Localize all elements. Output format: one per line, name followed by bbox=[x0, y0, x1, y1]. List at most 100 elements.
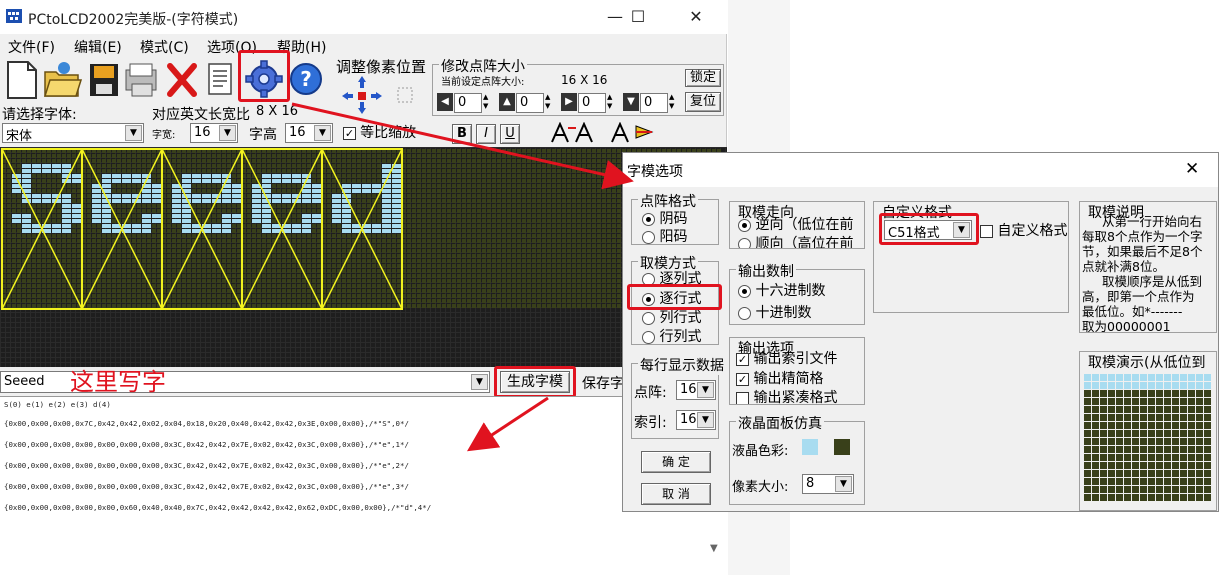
lcd-pixel bbox=[502, 184, 506, 188]
gear-icon[interactable] bbox=[244, 56, 284, 102]
radio-yang[interactable]: 阳码 bbox=[642, 226, 687, 246]
lock-button[interactable]: 锁定 bbox=[685, 69, 721, 87]
italic-button[interactable]: I bbox=[476, 124, 496, 144]
spin-up[interactable]: 0 bbox=[516, 93, 544, 113]
lcd-pixel bbox=[312, 224, 316, 228]
lcd-pixel bbox=[227, 254, 231, 258]
lcd-pixel bbox=[502, 284, 506, 288]
rotate-icon[interactable] bbox=[610, 122, 654, 144]
lcd-pixel bbox=[547, 279, 551, 283]
output-area[interactable]: S(0) e(1) e(2) e(3) d(4) {0x00,0x00,0x00… bbox=[0, 396, 727, 575]
lcd-pixel bbox=[432, 289, 436, 293]
delete-x-icon[interactable] bbox=[162, 56, 202, 102]
lcd-pixel bbox=[7, 304, 11, 308]
lcd-pixel bbox=[172, 229, 176, 233]
lcd-pixel bbox=[442, 209, 446, 213]
new-file-icon[interactable] bbox=[2, 56, 42, 102]
lcd-preview[interactable] bbox=[0, 147, 727, 367]
lcd-pixel bbox=[452, 244, 456, 248]
lcd-pixel bbox=[547, 159, 551, 163]
lcd-pixel bbox=[432, 234, 436, 238]
lcd-pixel bbox=[597, 264, 601, 268]
help-icon[interactable]: ? bbox=[286, 56, 326, 102]
save-disk-icon[interactable] bbox=[84, 56, 124, 102]
bold-button[interactable]: B bbox=[452, 124, 472, 144]
lcd-pixel bbox=[62, 294, 66, 298]
mirror-icon[interactable] bbox=[550, 122, 594, 144]
char-height-select[interactable]: 16 ▼ bbox=[285, 123, 333, 143]
lcd-pixel bbox=[587, 259, 591, 263]
lcd-pixel bbox=[42, 249, 46, 253]
lcd-pixel bbox=[537, 299, 541, 303]
lcd-pixel bbox=[122, 284, 126, 288]
lcd-pixel bbox=[482, 219, 486, 223]
scroll-down-icon[interactable]: ▼ bbox=[710, 543, 724, 557]
lcd-pixel bbox=[112, 234, 116, 238]
spin-right[interactable]: 0 bbox=[578, 93, 606, 113]
spin-down-stepper-icon[interactable]: ▲ ▼ bbox=[669, 93, 679, 111]
menu-mode[interactable]: 模式(C) bbox=[140, 37, 189, 57]
adjust-arrows-icon[interactable] bbox=[340, 74, 422, 116]
close-button[interactable]: ✕ bbox=[676, 4, 716, 30]
lcd-pixel bbox=[607, 229, 611, 233]
lcd-pixel bbox=[67, 274, 71, 278]
open-folder-icon[interactable] bbox=[42, 56, 82, 102]
lcd-pixel bbox=[422, 264, 426, 268]
char-width-select[interactable]: 16 ▼ bbox=[190, 123, 238, 143]
spin-right-stepper-icon[interactable]: ▲ ▼ bbox=[607, 93, 617, 111]
lcd-pixel bbox=[502, 179, 506, 183]
lcd-pixel bbox=[532, 254, 536, 258]
radio-label: 阴码 bbox=[659, 211, 688, 227]
lcd-pixel bbox=[547, 304, 551, 308]
lcd-pixel bbox=[52, 184, 56, 188]
spin-left[interactable]: 0 bbox=[454, 93, 482, 113]
lcd-pixel bbox=[187, 154, 191, 158]
radio-yin[interactable]: 阴码 bbox=[642, 208, 687, 228]
lcd-pixel bbox=[612, 229, 616, 233]
proportional-checkbox[interactable]: ✓ 等比缩放 bbox=[343, 122, 416, 142]
lcd-pixel bbox=[387, 269, 391, 273]
lcd-pixel bbox=[247, 269, 251, 273]
spin-left-stepper-icon[interactable]: ▲ ▼ bbox=[483, 93, 493, 111]
spin-up-stepper-icon[interactable]: ▲ ▼ bbox=[545, 93, 555, 111]
document-icon[interactable] bbox=[200, 56, 240, 102]
lcd-pixel bbox=[497, 269, 501, 273]
restore-button[interactable]: 复位 bbox=[685, 92, 721, 112]
font-select[interactable]: 宋体 ▼ bbox=[2, 123, 144, 143]
lcd-pixel bbox=[517, 214, 521, 218]
lcd-pixel bbox=[332, 254, 336, 258]
lcd-pixel bbox=[512, 194, 516, 198]
lcd-pixel bbox=[612, 284, 616, 288]
lcd-pixel bbox=[32, 264, 36, 268]
lcd-pixel bbox=[182, 234, 186, 238]
lcd-pixel bbox=[157, 209, 161, 213]
underline-button[interactable]: U bbox=[500, 124, 520, 144]
lcd-pixel bbox=[472, 299, 476, 303]
lcd-pixel bbox=[607, 294, 611, 298]
lcd-pixel bbox=[497, 234, 501, 238]
lcd-pixel bbox=[447, 229, 451, 233]
lcd-pixel bbox=[527, 169, 531, 173]
lcd-pixel bbox=[467, 184, 471, 188]
lcd-pixel bbox=[457, 249, 461, 253]
lcd-pixel bbox=[607, 224, 611, 228]
lcd-pixel bbox=[257, 159, 261, 163]
lcd-pixel bbox=[457, 224, 461, 228]
menu-file[interactable]: 文件(F) bbox=[8, 37, 55, 57]
lcd-glyph-pixel bbox=[42, 199, 51, 203]
lcd-pixel bbox=[472, 229, 476, 233]
export-icon[interactable] bbox=[122, 56, 162, 102]
lcd-pixel bbox=[72, 229, 76, 233]
lcd-pixel bbox=[157, 229, 161, 233]
lcd-pixel bbox=[362, 244, 366, 248]
menu-edit[interactable]: 编辑(E) bbox=[74, 37, 122, 57]
generate-button[interactable]: 生成字模 bbox=[500, 371, 570, 393]
save-button[interactable]: 保存字 bbox=[582, 373, 624, 393]
maximize-button[interactable]: ☐ bbox=[618, 4, 658, 30]
lcd-pixel bbox=[587, 234, 591, 238]
lcd-pixel bbox=[467, 299, 471, 303]
dialog-close-button[interactable]: ✕ bbox=[1185, 159, 1199, 179]
lcd-pixel bbox=[592, 209, 596, 213]
spin-down[interactable]: 0 bbox=[640, 93, 668, 113]
lcd-pixel bbox=[352, 289, 356, 293]
